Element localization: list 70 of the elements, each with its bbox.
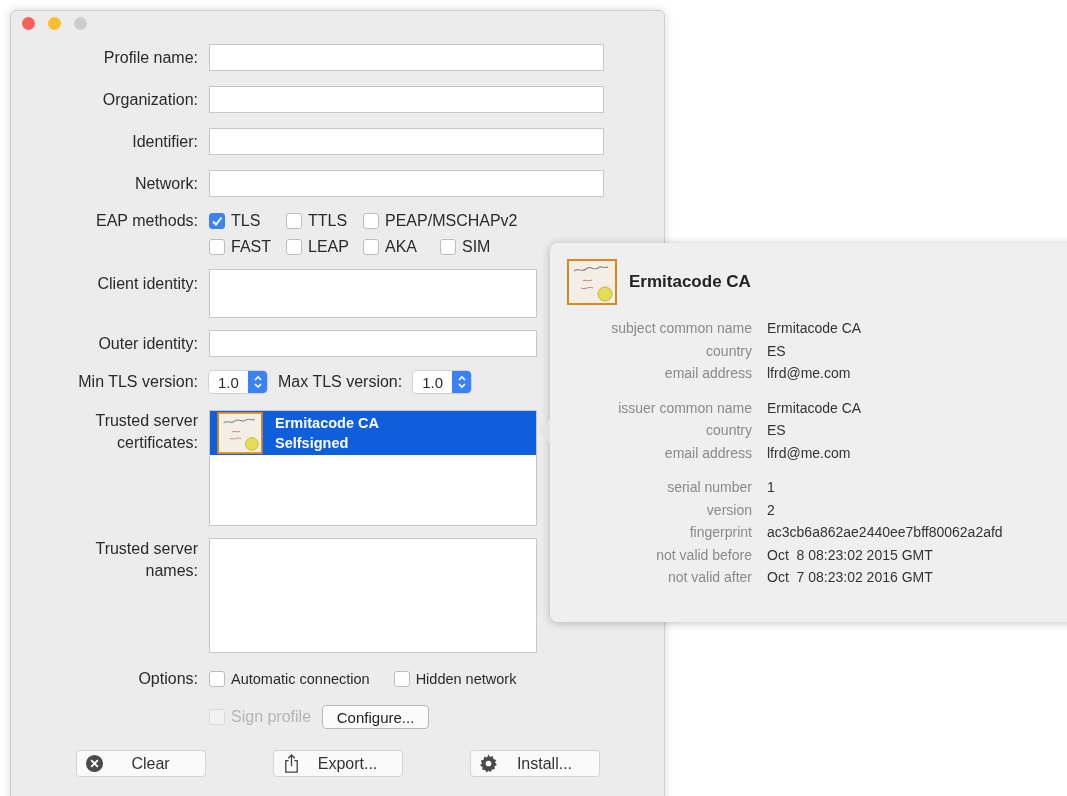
field-label: Outer identity:	[97, 334, 199, 353]
detail-value: lfrd@me.com	[767, 364, 851, 383]
action-button[interactable]: Clear	[76, 750, 206, 777]
detail-label: serial number	[666, 478, 752, 497]
server-names-list[interactable]	[209, 538, 537, 653]
certificate-name: Ermitacode CA	[275, 414, 379, 433]
field-label: Trusted server certificates:	[94, 411, 199, 453]
detail-value: ac3cb6a862ae2440ee7bff80062a2afd	[767, 523, 1003, 542]
certificate-subtitle: Selfsigned	[275, 434, 350, 453]
field-label: Client identity:	[96, 274, 199, 294]
text-field[interactable]	[209, 86, 604, 113]
checkbox[interactable]: Automatic connection	[209, 669, 370, 689]
certificate-icon	[215, 412, 265, 454]
detail-value: Oct 8 08:23:02 2015 GMT	[767, 545, 933, 565]
certificate-item[interactable]: Ermitacode CA Selfsigned	[210, 411, 536, 455]
field-label: EAP methods:	[95, 211, 199, 231]
detail-label: version	[705, 500, 752, 520]
checkbox[interactable]: TLS	[209, 211, 286, 231]
checkbox[interactable]: Hidden network	[393, 669, 517, 689]
detail-value: Ermitacode CA	[767, 398, 862, 418]
action-button[interactable]: Install...	[470, 750, 600, 777]
checkbox[interactable]: SIM	[440, 237, 540, 257]
text-field[interactable]	[209, 128, 604, 155]
detail-value: Oct 7 08:23:02 2016 GMT	[767, 568, 933, 587]
detail-label: country	[705, 421, 752, 440]
version-popup[interactable]: 1.0	[413, 371, 472, 393]
text-field[interactable]	[209, 330, 537, 357]
version-popup[interactable]: 1.0	[209, 371, 267, 393]
text-field[interactable]	[209, 170, 604, 197]
zoom-button[interactable]	[74, 17, 87, 30]
detail-value: lfrd@me.com	[767, 443, 851, 463]
popover-title: Ermitacode CA	[629, 272, 751, 292]
field-label: Max TLS version:	[278, 373, 403, 391]
detail-value: 1	[767, 478, 775, 497]
detail-value: ES	[767, 421, 786, 440]
field-label: Network:	[133, 174, 199, 193]
text-field[interactable]	[209, 44, 604, 71]
detail-label: email address	[663, 364, 752, 383]
field-label: Organization:	[101, 90, 199, 109]
checkbox[interactable]: AKA	[363, 237, 440, 257]
chevron-icon	[252, 375, 263, 389]
checkbox[interactable]: FAST	[209, 237, 286, 257]
detail-value: 2	[767, 500, 775, 520]
detail-label: subject common name	[610, 319, 752, 338]
gear-icon	[479, 754, 498, 773]
detail-label: email address	[663, 443, 752, 463]
detail-label: country	[705, 341, 752, 361]
checkbox[interactable]: TTLS	[286, 211, 363, 231]
minimize-button[interactable]	[48, 17, 61, 30]
identity-list[interactable]	[209, 269, 537, 318]
close-button[interactable]	[22, 17, 35, 30]
detail-value: Ermitacode CA	[767, 319, 862, 338]
detail-label: issuer common name	[617, 398, 752, 418]
chevron-icon	[456, 375, 467, 389]
clear-icon	[85, 754, 104, 773]
detail-label: not valid after	[666, 568, 752, 587]
field-label: Options:	[137, 670, 199, 688]
field-label: Profile name:	[102, 48, 199, 67]
field-label: Trusted server names:	[94, 539, 199, 581]
detail-value: ES	[767, 341, 786, 361]
configure-button[interactable]: Configure...	[322, 705, 430, 729]
certificate-icon	[567, 259, 617, 305]
checkbox[interactable]: LEAP	[286, 237, 363, 257]
field-label: Identifier:	[131, 132, 199, 151]
detail-label: fingerprint	[688, 523, 752, 542]
field-label: Min TLS version:	[77, 373, 199, 391]
action-button[interactable]: Export...	[273, 750, 403, 777]
share-icon	[282, 754, 301, 773]
detail-label: not valid before	[655, 545, 752, 565]
checkbox[interactable]: PEAP/MSCHAPv2	[363, 211, 540, 231]
